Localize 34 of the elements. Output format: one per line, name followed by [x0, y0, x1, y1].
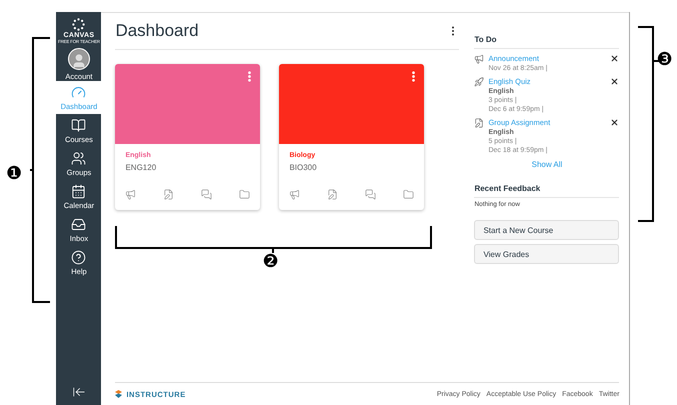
gauge-icon: [71, 84, 86, 100]
logo-icon: [72, 18, 86, 31]
section-title: To Do: [474, 35, 620, 49]
folder-icon[interactable]: [403, 189, 414, 200]
people-icon: [71, 150, 86, 166]
discussion-icon[interactable]: [365, 189, 376, 200]
assignment-icon: [474, 118, 484, 128]
megaphone-icon: [474, 54, 484, 64]
megaphone-icon[interactable]: [125, 189, 136, 200]
avatar-icon: [68, 48, 90, 70]
action-button[interactable]: View Grades: [474, 244, 620, 264]
megaphone-icon[interactable]: [289, 189, 300, 200]
help-icon: [71, 250, 86, 264]
folder-icon[interactable]: [239, 189, 250, 200]
logo-icon: [115, 390, 122, 398]
callout-marker: ❷: [262, 253, 279, 271]
close-icon[interactable]: [610, 54, 620, 63]
collapse-icon[interactable]: [72, 385, 86, 399]
rocket-icon: [474, 77, 484, 87]
section-title: Recent Feedback: [474, 184, 620, 198]
discussion-icon[interactable]: [201, 189, 212, 200]
book-icon: [71, 118, 86, 132]
assignment-icon[interactable]: [327, 189, 338, 200]
callout-marker: ❶: [6, 165, 22, 183]
inbox-icon: [71, 216, 86, 232]
close-icon[interactable]: [610, 118, 620, 127]
calendar-icon: [71, 184, 86, 198]
action-button[interactable]: Start a New Course: [474, 220, 620, 240]
course-code: ENG120: [125, 163, 158, 172]
page-title: Dashboard: [115, 21, 199, 41]
close-icon[interactable]: [610, 77, 620, 86]
callout-marker: ❸: [656, 51, 673, 69]
course-code: BIO300: [289, 163, 318, 172]
assignment-icon[interactable]: [163, 189, 174, 200]
